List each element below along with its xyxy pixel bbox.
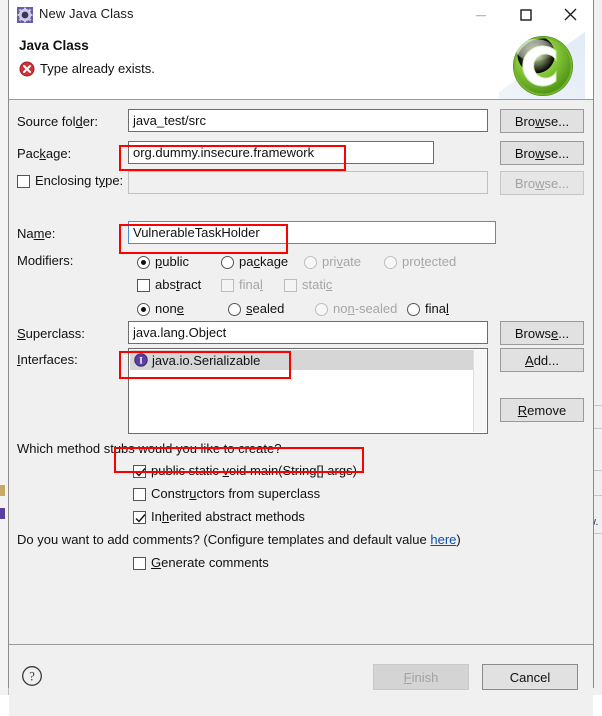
modifier-label-sealed: sealed [246, 301, 284, 316]
help-icon[interactable]: ? [21, 665, 43, 687]
list-item[interactable]: I java.io.Serializable [130, 350, 473, 370]
interface-name: java.io.Serializable [152, 353, 260, 368]
modifier-label-final-sealed: final [425, 301, 449, 316]
minimize-icon [475, 9, 487, 21]
modifier-label-protected: protected [402, 254, 456, 269]
source-folder-input[interactable]: java_test/src [128, 109, 488, 132]
package-label: Package: [17, 146, 71, 161]
name-input[interactable]: VulnerableTaskHolder [128, 221, 496, 244]
stub-checkbox-inherited[interactable] [133, 511, 146, 524]
new-java-class-dialog: New Java Class Java Class Type already e [8, 0, 594, 688]
java-class-wizard-icon [17, 7, 33, 23]
minimize-button[interactable] [458, 0, 503, 29]
modifier-label-final: final [239, 277, 263, 292]
modifier-label-non-sealed: non-sealed [333, 301, 397, 316]
modifier-radio-sealed[interactable] [228, 303, 241, 316]
modifier-label-static: static [302, 277, 332, 292]
generate-comments-checkbox[interactable] [133, 557, 146, 570]
error-icon [19, 61, 35, 77]
modifier-label-package: package [239, 254, 288, 269]
backdrop-chip-2 [0, 508, 5, 519]
interfaces-list[interactable]: I java.io.Serializable [128, 348, 488, 434]
modifier-label-private: private [322, 254, 361, 269]
stub-checkbox-constructors[interactable] [133, 488, 146, 501]
modifier-radio-none[interactable] [137, 303, 150, 316]
stub-label-inherited: Inherited abstract methods [151, 509, 305, 524]
interfaces-label: Interfaces: [17, 352, 78, 367]
interfaces-add-button[interactable]: Add... [500, 348, 584, 372]
modifier-checkbox-final [221, 279, 234, 292]
package-browse-button[interactable]: Browse... [500, 141, 584, 165]
enclosing-type-input[interactable] [128, 171, 488, 194]
enclosing-type-checkbox[interactable] [17, 175, 30, 188]
maximize-button[interactable] [503, 0, 548, 29]
stub-label-constructors: Constructors from superclass [151, 486, 320, 501]
modifier-label-public: public [155, 254, 189, 269]
interface-icon: I [134, 353, 148, 367]
modifier-radio-private [304, 256, 317, 269]
svg-text:I: I [139, 355, 143, 365]
validation-message: Type already exists. [40, 61, 155, 76]
source-folder-label: Source folder: [17, 114, 98, 129]
maximize-icon [520, 9, 532, 21]
backdrop-chip-1 [0, 485, 5, 496]
enclosing-type-browse-button: Browse... [500, 171, 584, 195]
close-icon [564, 8, 577, 21]
cancel-button[interactable]: Cancel [482, 664, 578, 690]
package-input[interactable]: org.dummy.insecure.framework [128, 141, 434, 164]
close-button[interactable] [548, 0, 593, 29]
source-folder-browse-button[interactable]: Browse... [500, 109, 584, 133]
stub-checkbox-main[interactable] [133, 465, 146, 478]
eclipse-c-logo [499, 30, 585, 100]
name-label: Name: [17, 226, 55, 241]
comments-question-prefix: Do you want to add comments? (Configure … [17, 532, 430, 547]
modifier-checkbox-static [284, 279, 297, 292]
modifier-radio-package[interactable] [221, 256, 234, 269]
dialog-header: Java Class Type already exists. [9, 30, 593, 100]
enclosing-type-label: Enclosing type: [35, 173, 123, 188]
interfaces-remove-button[interactable]: Remove [500, 398, 584, 422]
dialog-titlebar: New Java Class [9, 0, 593, 30]
method-stubs-question: Which method stubs would you like to cre… [17, 441, 281, 456]
stub-label-main: public static void main(String[] args) [151, 463, 357, 478]
dialog-body: Source folder: java_test/src Browse... P… [9, 100, 593, 645]
dialog-footer: ? Finish Cancel [9, 645, 593, 716]
modifier-checkbox-abstract[interactable] [137, 279, 150, 292]
comments-question: Do you want to add comments? (Configure … [17, 532, 461, 547]
superclass-label: Superclass: [17, 326, 85, 341]
configure-templates-link[interactable]: here [430, 532, 456, 547]
modifier-label-none: none [155, 301, 184, 316]
interfaces-scrollbar[interactable] [473, 350, 486, 432]
modifier-radio-public[interactable] [137, 256, 150, 269]
page-title: Java Class [19, 38, 89, 53]
modifier-radio-non-sealed [315, 303, 328, 316]
superclass-input[interactable]: java.lang.Object [128, 321, 488, 344]
modifiers-label: Modifiers: [17, 253, 73, 268]
modifier-radio-final[interactable] [407, 303, 420, 316]
generate-comments-label: Generate comments [151, 555, 269, 570]
modifier-radio-protected [384, 256, 397, 269]
dialog-title: New Java Class [39, 6, 134, 21]
modifier-label-abstract: abstract [155, 277, 201, 292]
finish-button: Finish [373, 664, 469, 690]
superclass-browse-button[interactable]: Browse... [500, 321, 584, 345]
svg-text:?: ? [29, 670, 35, 684]
comments-question-suffix: ) [456, 532, 460, 547]
